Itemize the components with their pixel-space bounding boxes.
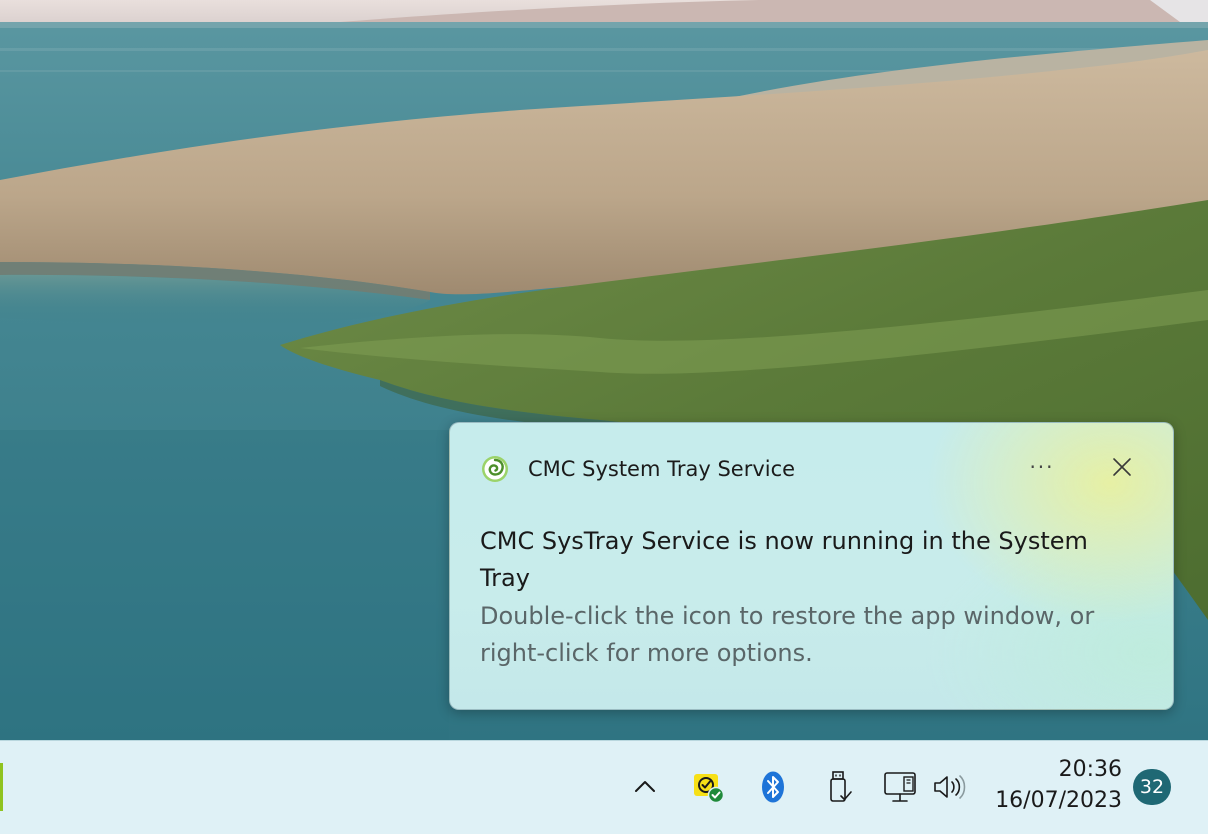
- notification-count: 32: [1139, 776, 1165, 798]
- usb-safely-remove-button[interactable]: [816, 765, 860, 809]
- close-icon: [1113, 458, 1131, 476]
- more-options-button[interactable]: ···: [1022, 449, 1062, 485]
- notification-count-badge[interactable]: 32: [1133, 769, 1171, 805]
- security-check-icon: [694, 774, 725, 804]
- speaker-volume-icon: [934, 775, 966, 799]
- security-tray-button[interactable]: [686, 765, 730, 809]
- clock-button[interactable]: 20:36 16/07/2023: [990, 755, 1122, 817]
- toast-body: Double-click the icon to restore the app…: [480, 602, 1095, 667]
- show-hidden-icons-button[interactable]: [623, 765, 667, 809]
- taskbar: 20:36 16/07/2023 32: [0, 740, 1208, 834]
- chevron-up-icon: [635, 781, 655, 792]
- toast-app-name: CMC System Tray Service: [528, 457, 796, 481]
- toast-notification[interactable]: CMC System Tray Service ··· CMC SysTray …: [449, 422, 1174, 710]
- cmc-spiral-icon: [482, 456, 508, 482]
- network-monitor-icon: [884, 772, 916, 802]
- taskbar-app-indicator: [0, 763, 3, 811]
- clock-date: 16/07/2023: [995, 788, 1122, 813]
- network-tray-button[interactable]: [878, 765, 922, 809]
- more-options-label: ···: [1029, 455, 1055, 479]
- clock-time: 20:36: [1058, 757, 1122, 782]
- bluetooth-icon: [762, 771, 784, 803]
- bluetooth-tray-button[interactable]: [751, 765, 795, 809]
- volume-tray-button[interactable]: [926, 765, 970, 809]
- toast-header: CMC System Tray Service: [480, 453, 795, 485]
- close-button[interactable]: [1102, 449, 1142, 485]
- toast-title: CMC SysTray Service is now running in th…: [480, 527, 1088, 592]
- usb-drive-icon: [830, 771, 852, 802]
